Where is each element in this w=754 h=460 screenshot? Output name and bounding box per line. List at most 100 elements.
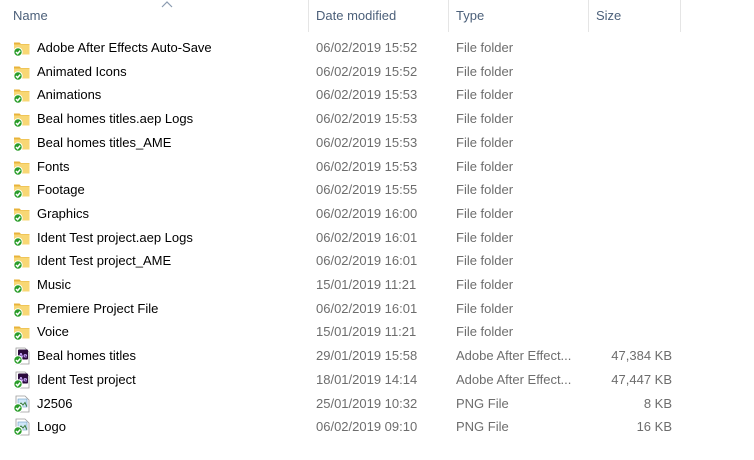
sort-ascending-icon xyxy=(161,1,173,8)
file-name: Animations xyxy=(37,87,102,103)
file-row[interactable]: Ident Test project.aep Logs 06/02/2019 16… xyxy=(0,226,690,249)
file-row[interactable]: Beal homes titles_AME 06/02/2019 15:53 Fil… xyxy=(0,131,690,154)
column-divider[interactable] xyxy=(448,0,449,32)
file-type: PNG File xyxy=(456,419,509,435)
column-header-type[interactable]: Type xyxy=(454,0,588,32)
file-date-modified: 15/01/2019 11:21 xyxy=(316,324,417,340)
column-header-type-label: Type xyxy=(456,8,485,23)
file-date-modified: 06/02/2019 15:53 xyxy=(316,158,418,174)
column-header-size-label: Size xyxy=(596,8,622,23)
file-type: File folder xyxy=(456,300,514,316)
file-row[interactable]: Adobe After Effects Auto-Save 06/02/2019 … xyxy=(0,36,690,59)
file-date-modified: 06/02/2019 15:52 xyxy=(316,40,418,55)
file-name: Footage xyxy=(37,182,85,198)
file-row[interactable]: Ident Test project_AME 06/02/2019 16:01 Fi… xyxy=(0,249,690,272)
file-date-modified: 06/02/2019 15:53 xyxy=(316,134,418,150)
file-name: Graphics xyxy=(37,205,90,221)
file-type: Adobe After Effect... xyxy=(456,348,572,364)
file-row[interactable]: Beal homes titles.aep Logs 06/02/2019 15:… xyxy=(0,107,690,130)
folder-icon xyxy=(13,39,31,57)
file-type: File folder xyxy=(456,324,514,340)
column-header-name-label: Name xyxy=(13,8,48,23)
folder-icon xyxy=(13,86,31,105)
png-image-icon xyxy=(13,395,31,413)
folder-icon xyxy=(13,300,31,318)
file-row[interactable]: Voice 15/01/2019 11:21 File folder xyxy=(0,320,690,343)
file-date-modified: 06/02/2019 16:01 xyxy=(316,229,418,245)
folder-icon xyxy=(13,229,31,247)
folder-icon xyxy=(13,63,31,81)
file-name: Premiere Project File xyxy=(37,300,159,316)
file-row[interactable]: J2506 25/01/2019 10:32 PNG File 8 KB xyxy=(0,392,690,415)
folder-icon xyxy=(13,158,31,176)
file-name: Beal homes titles_AME xyxy=(37,134,172,150)
file-type: File folder xyxy=(456,205,514,221)
file-name: Beal homes titles.aep Logs xyxy=(37,111,194,127)
file-date-modified: 25/01/2019 10:32 xyxy=(316,395,418,411)
file-name: Ident Test project xyxy=(37,371,136,387)
file-row[interactable]: Ae Ident Test project 18/01/2019 14:14 Adob… xyxy=(0,368,690,391)
file-type: File folder xyxy=(456,40,514,55)
file-date-modified: 06/02/2019 09:10 xyxy=(316,419,418,435)
file-date-modified: 06/02/2019 15:53 xyxy=(316,111,418,127)
file-name: Ident Test project.aep Logs xyxy=(37,229,193,245)
file-name: Logo xyxy=(37,419,66,435)
file-row[interactable]: Animations 06/02/2019 15:53 File folder xyxy=(0,83,690,106)
file-name: Voice xyxy=(37,324,69,340)
file-row[interactable]: Graphics 06/02/2019 16:00 File folder xyxy=(0,202,690,225)
folder-icon xyxy=(13,134,31,152)
file-type: File folder xyxy=(456,134,514,150)
column-header-size[interactable]: Size xyxy=(594,0,680,32)
folder-icon xyxy=(13,181,31,199)
file-name: Animated Icons xyxy=(37,63,127,79)
file-row[interactable]: Premiere Project File 06/02/2019 16:01 Fil… xyxy=(0,297,690,320)
file-date-modified: 06/02/2019 16:01 xyxy=(316,253,418,269)
file-type: PNG File xyxy=(456,395,509,411)
file-date-modified: 18/01/2019 14:14 xyxy=(316,371,418,387)
column-header-name[interactable]: Name xyxy=(11,0,308,32)
file-date-modified: 06/02/2019 16:01 xyxy=(316,300,418,316)
file-name: J2506 xyxy=(37,395,73,411)
file-date-modified: 06/02/2019 15:53 xyxy=(316,87,418,103)
file-size: 47,447 KB xyxy=(611,371,672,387)
folder-icon xyxy=(13,323,31,342)
column-divider[interactable] xyxy=(308,0,309,32)
folder-icon xyxy=(13,276,31,294)
file-type: File folder xyxy=(456,111,514,127)
file-size: 16 KB xyxy=(636,419,672,435)
column-header-date-label: Date modified xyxy=(316,8,397,23)
column-header-bar: Name Date modified Type Size xyxy=(0,0,754,32)
file-row[interactable]: Ae Beal homes titles 29/01/2019 15:58 Adobe… xyxy=(0,344,690,367)
column-divider[interactable] xyxy=(680,0,681,32)
file-date-modified: 29/01/2019 15:58 xyxy=(316,348,418,364)
file-type: File folder xyxy=(456,229,514,245)
file-type: Adobe After Effect... xyxy=(456,371,572,387)
file-name: Adobe After Effects Auto-Save xyxy=(37,40,212,55)
file-size: 8 KB xyxy=(643,395,672,411)
file-type: File folder xyxy=(456,182,514,198)
file-row[interactable]: Fonts 06/02/2019 15:53 File folder xyxy=(0,155,690,178)
folder-icon xyxy=(13,205,31,223)
file-name: Fonts xyxy=(37,158,70,174)
column-header-date[interactable]: Date modified xyxy=(314,0,448,32)
folder-icon xyxy=(13,252,31,270)
file-name: Music xyxy=(37,277,71,292)
file-date-modified: 15/01/2019 11:21 xyxy=(316,277,417,292)
png-image-icon xyxy=(13,418,31,436)
folder-icon xyxy=(13,110,31,128)
file-row[interactable]: Logo 06/02/2019 09:10 PNG File 16 KB xyxy=(0,415,690,438)
file-size: 47,384 KB xyxy=(611,348,672,364)
file-row[interactable]: Music 15/01/2019 11:21 File folder xyxy=(0,273,690,296)
file-type: File folder xyxy=(456,87,514,103)
file-name: Ident Test project_AME xyxy=(37,253,172,269)
file-date-modified: 06/02/2019 16:00 xyxy=(316,205,418,221)
file-row[interactable]: Footage 06/02/2019 15:55 File folder xyxy=(0,178,690,201)
file-date-modified: 06/02/2019 15:55 xyxy=(316,182,418,198)
file-date-modified: 06/02/2019 15:52 xyxy=(316,63,418,79)
column-divider[interactable] xyxy=(588,0,589,32)
file-type: File folder xyxy=(456,158,514,174)
file-name: Beal homes titles xyxy=(37,348,136,364)
file-type: File folder xyxy=(456,253,514,269)
file-type: File folder xyxy=(456,277,514,292)
file-row[interactable]: Animated Icons 06/02/2019 15:52 File folde… xyxy=(0,60,690,83)
